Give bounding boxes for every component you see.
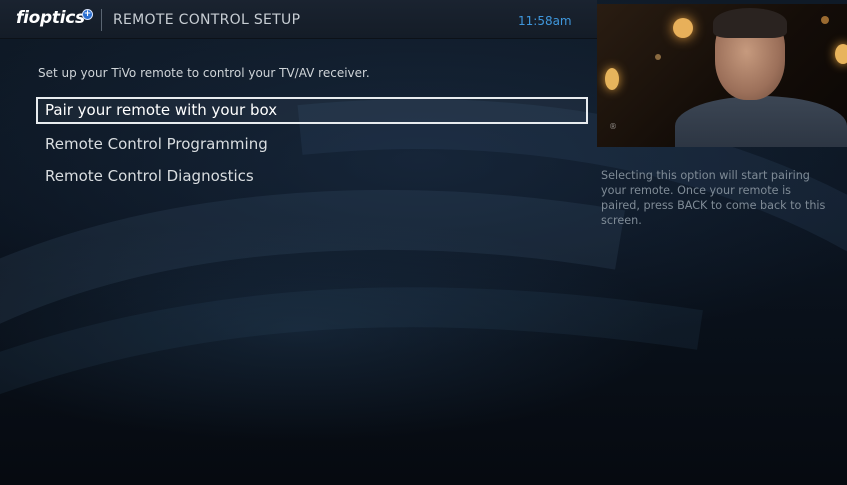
- tivo-screen: fioptics + REMOTE CONTROL SETUP 11:58am …: [0, 0, 847, 485]
- bokeh-light: [673, 18, 693, 38]
- setup-menu: Pair your remote with your box Remote Co…: [36, 97, 588, 193]
- preview-watermark: ®: [609, 122, 617, 131]
- page-title: REMOTE CONTROL SETUP: [113, 12, 301, 28]
- instruction-text: Set up your TiVo remote to control your …: [38, 66, 370, 80]
- header-bar: fioptics + REMOTE CONTROL SETUP 11:58am: [0, 0, 597, 39]
- menu-item-remote-programming[interactable]: Remote Control Programming: [36, 129, 588, 160]
- menu-item-pair-remote[interactable]: Pair your remote with your box: [36, 97, 588, 124]
- fioptics-logo-icon: fioptics: [16, 8, 85, 28]
- menu-item-remote-diagnostics[interactable]: Remote Control Diagnostics: [36, 161, 588, 192]
- clock: 11:58am: [518, 14, 572, 28]
- person-hair: [713, 8, 787, 38]
- bokeh-light: [655, 54, 661, 60]
- option-description: Selecting this option will start pairing…: [601, 169, 826, 227]
- header-divider: [101, 9, 102, 31]
- bokeh-light: [605, 68, 619, 90]
- bokeh-light: [835, 44, 847, 64]
- person-body: [675, 96, 847, 147]
- bokeh-light: [821, 16, 829, 24]
- live-tv-preview: ®: [597, 4, 847, 147]
- logo-plus-icon: +: [82, 9, 93, 20]
